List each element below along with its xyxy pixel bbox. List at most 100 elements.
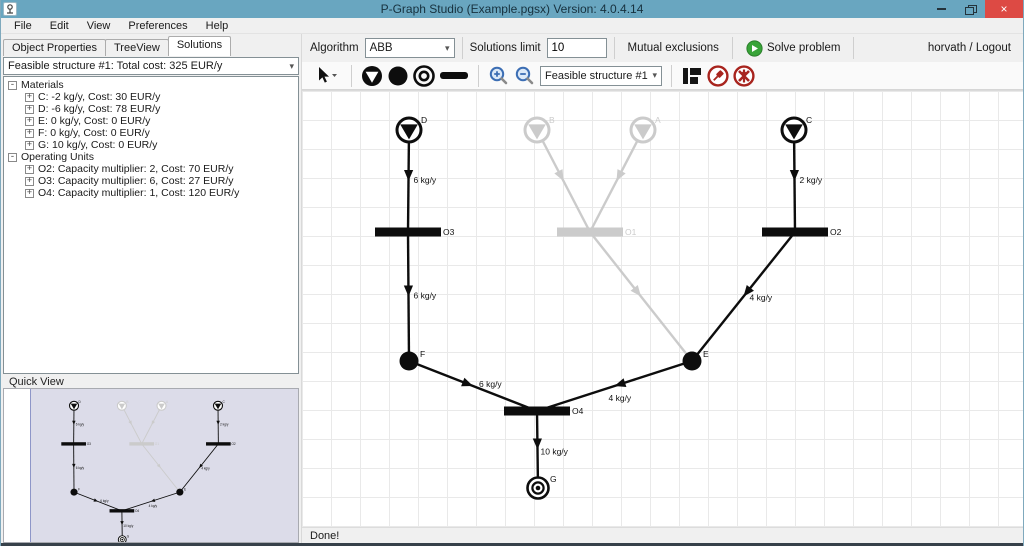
structure-select-value: Feasible structure #1 [545, 70, 648, 82]
graph-node-o3[interactable]: O3 [375, 227, 455, 237]
raw-material-tool-button[interactable] [359, 64, 385, 88]
graph-node-b[interactable]: B [525, 115, 555, 142]
graph-node-f[interactable]: F [400, 349, 426, 371]
maximize-button[interactable] [956, 0, 985, 18]
tree-item[interactable]: +D: -6 kg/y, Cost: 78 EUR/y [8, 103, 298, 115]
expand-icon[interactable]: + [25, 141, 34, 150]
intermediate-material-tool-button[interactable] [385, 64, 411, 88]
structure-select[interactable]: Feasible structure #1 ▾ [540, 66, 662, 86]
tab-treeview[interactable]: TreeView [105, 39, 169, 56]
graph-node-f[interactable]: F [70, 488, 80, 496]
tree-item[interactable]: +F: 0 kg/y, Cost: 0 EUR/y [8, 127, 298, 139]
graph-node-o1[interactable]: O1 [557, 227, 637, 237]
algorithm-select[interactable]: ABB ▾ [365, 38, 455, 58]
close-icon: × [1000, 2, 1007, 16]
zoom-out-button[interactable] [512, 64, 538, 88]
node-label: G [127, 534, 130, 538]
graph-node-a[interactable]: A [631, 115, 661, 142]
status-text: Done! [310, 530, 339, 542]
menu-view[interactable]: View [78, 20, 120, 32]
edge-flow-label: 6 kg/y [414, 291, 437, 301]
chevron-down-icon: ▾ [445, 43, 450, 54]
user-logout-link[interactable]: horvath / Logout [928, 42, 1011, 54]
tree-item[interactable]: + G: 10 kg/y, Cost: 0 EUR/y [8, 139, 298, 151]
graph-node-o4[interactable]: O4 [504, 406, 584, 416]
pin-structure-button[interactable] [705, 64, 731, 88]
zoom-in-button[interactable] [486, 64, 512, 88]
collapse-icon[interactable]: - [8, 81, 17, 90]
right-panel: Algorithm ABB ▾ Solutions limit Mutual e… [301, 34, 1023, 543]
tree-item[interactable]: +O3: Capacity multiplier: 6, Cost: 27 EU… [8, 175, 298, 187]
expand-icon[interactable]: + [25, 189, 34, 198]
unpin-structure-button[interactable] [731, 64, 757, 88]
graph-node-o4[interactable]: O4 [110, 509, 140, 513]
algorithm-label: Algorithm [310, 42, 359, 54]
menu-file[interactable]: File [5, 20, 41, 32]
graph-node-d[interactable]: D [70, 400, 82, 410]
product-material-tool-button[interactable] [411, 64, 437, 88]
node-label: O2 [830, 227, 842, 237]
minimize-button[interactable] [927, 0, 956, 18]
toolbar-separator [462, 37, 463, 59]
graph-node-c[interactable]: C [782, 115, 812, 142]
solve-problem-button[interactable]: Solve problem [740, 37, 847, 60]
select-tool-button[interactable] [310, 64, 344, 88]
algorithm-value: ABB [370, 42, 393, 54]
menu-edit[interactable]: Edit [41, 20, 78, 32]
solve-icon [746, 40, 763, 57]
zoom-out-icon [514, 65, 536, 87]
expand-icon[interactable]: + [25, 117, 34, 126]
graph-node-d[interactable]: D [397, 115, 427, 142]
tree-item[interactable]: +E: 0 kg/y, Cost: 0 EUR/y [8, 115, 298, 127]
chevron-down-icon: ▾ [289, 61, 294, 72]
node-label: C [222, 400, 225, 404]
expand-icon[interactable]: + [25, 129, 34, 138]
node-label: D [79, 400, 82, 404]
graph-canvas[interactable]: 6 kg/y6 kg/y2 kg/y4 kg/y6 kg/y4 kg/y10 k… [302, 90, 1023, 527]
mutual-exclusions-button[interactable]: Mutual exclusions [622, 39, 725, 57]
toolbar-separator [671, 65, 672, 87]
tree-item[interactable]: -Operating Units [8, 151, 298, 163]
tab-object-properties[interactable]: Object Properties [3, 39, 106, 56]
menu-preferences[interactable]: Preferences [119, 20, 196, 32]
node-label: G [550, 474, 557, 484]
graph-node-c[interactable]: C [214, 400, 226, 410]
tree-item[interactable]: +O4: Capacity multiplier: 1, Cost: 120 E… [8, 187, 298, 199]
solution-selector[interactable]: Feasible structure #1: Total cost: 325 E… [3, 57, 299, 75]
graph-node-b[interactable]: B [117, 400, 128, 410]
solutions-limit-input[interactable] [547, 38, 607, 58]
node-label: O3 [443, 227, 455, 237]
tab-strip: Object PropertiesTreeViewSolutions [2, 36, 300, 56]
mini-graph: 6 kg/y6 kg/y2 kg/y4 kg/y6 kg/y4 kg/y10 k… [34, 391, 299, 543]
graph-node-g[interactable]: G [118, 534, 129, 543]
structure-list-button[interactable] [679, 64, 705, 88]
expand-icon[interactable]: + [25, 93, 34, 102]
graph-node-o2[interactable]: O2 [206, 442, 236, 446]
pin-icon [707, 65, 729, 87]
node-label: O4 [572, 406, 584, 416]
graph-node-o2[interactable]: O2 [762, 227, 842, 237]
tree-item-label: G: 10 kg/y, Cost: 0 EUR/y [38, 139, 157, 151]
expand-icon[interactable]: + [25, 177, 34, 186]
app-window: P-Graph Studio (Example.pgsx) Version: 4… [0, 0, 1024, 546]
graph-node-a[interactable]: A [157, 400, 169, 410]
quick-view-canvas[interactable]: 6 kg/y6 kg/y2 kg/y4 kg/y6 kg/y4 kg/y10 k… [30, 389, 298, 542]
graph-node-g[interactable]: G [528, 474, 557, 499]
solution-tree: -Materials+C: -2 kg/y, Cost: 30 EUR/y+D:… [3, 76, 299, 374]
operating-unit-tool-button[interactable] [437, 64, 471, 88]
tree-item[interactable]: +O2: Capacity multiplier: 2, Cost: 70 EU… [8, 163, 298, 175]
edge-flow-label: 6 kg/y [76, 466, 85, 470]
close-button[interactable]: × [985, 0, 1023, 18]
node-label: O4 [135, 509, 139, 513]
tree-item[interactable]: -Materials [8, 79, 298, 91]
menu-help[interactable]: Help [197, 20, 238, 32]
tab-solutions[interactable]: Solutions [168, 36, 231, 56]
product-material-icon [413, 65, 435, 87]
graph-node-o3[interactable]: O3 [61, 442, 91, 446]
graph-node-o1[interactable]: O1 [129, 442, 159, 446]
expand-icon[interactable]: + [25, 105, 34, 114]
collapse-icon[interactable]: - [8, 153, 17, 162]
expand-icon[interactable]: + [25, 165, 34, 174]
tree-item[interactable]: +C: -2 kg/y, Cost: 30 EUR/y [8, 91, 298, 103]
node-label: A [655, 115, 661, 125]
